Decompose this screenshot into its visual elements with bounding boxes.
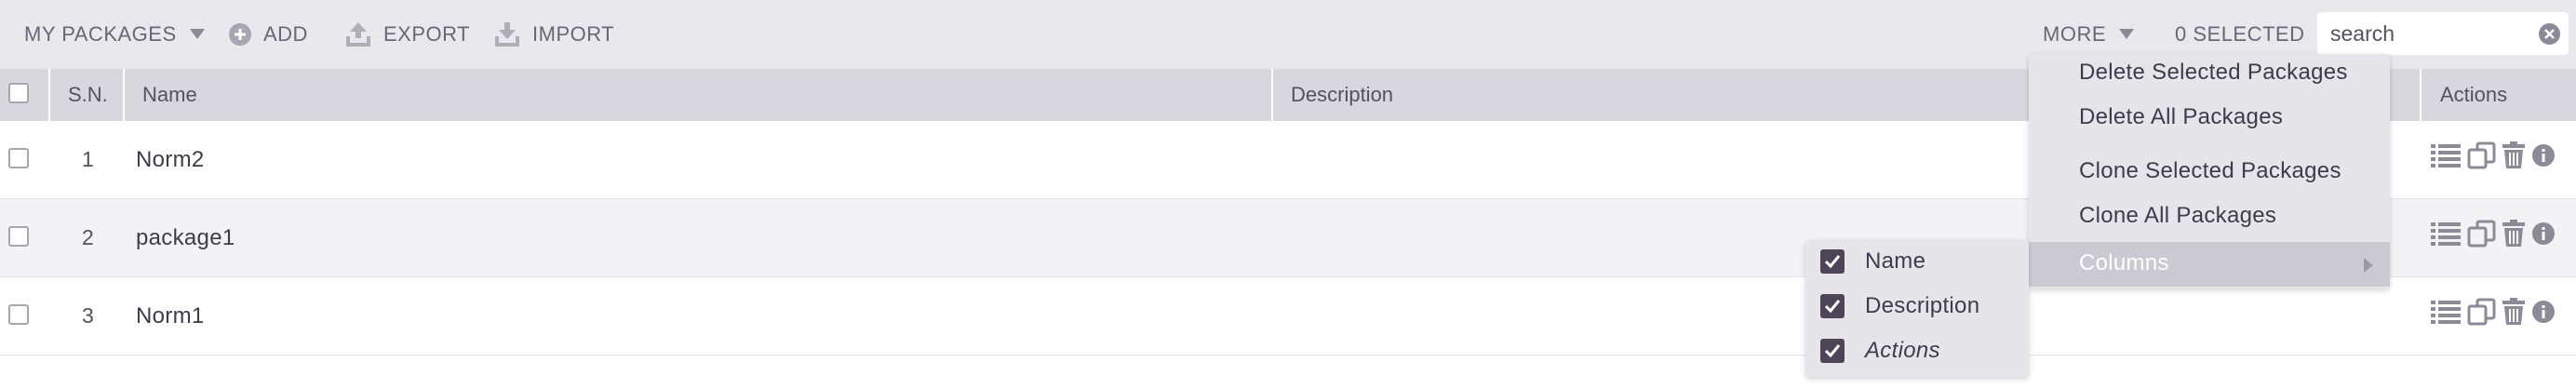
package-name[interactable]: Norm1 <box>136 303 205 329</box>
trash-icon[interactable] <box>2502 220 2526 248</box>
more-label: MORE <box>2043 22 2106 46</box>
select-all-checkbox[interactable] <box>8 83 29 103</box>
export-button[interactable]: EXPORT <box>344 0 470 69</box>
download-icon <box>493 21 521 47</box>
package-name[interactable]: Norm2 <box>136 147 205 173</box>
trash-icon[interactable] <box>2502 141 2526 169</box>
row-sn: 1 <box>82 147 94 171</box>
row-sn: 3 <box>82 303 94 328</box>
row-checkbox[interactable] <box>8 148 29 168</box>
clone-icon[interactable] <box>2466 298 2498 326</box>
menu-item-clone-selected[interactable]: Clone Selected Packages <box>2079 158 2341 184</box>
checkbox-checked[interactable] <box>1820 294 1845 318</box>
column-toggle-actions[interactable]: Actions <box>1813 332 2025 369</box>
row-actions <box>2431 141 2556 169</box>
info-icon[interactable] <box>2531 221 2556 246</box>
row-checkbox[interactable] <box>8 304 29 325</box>
more-menu: Delete Selected Packages Delete All Pack… <box>2029 54 2390 288</box>
clone-icon[interactable] <box>2466 141 2498 169</box>
chevron-right-icon <box>2364 258 2373 273</box>
row-sn: 2 <box>82 225 94 249</box>
column-divider[interactable] <box>2420 69 2422 121</box>
import-label: IMPORT <box>532 22 615 46</box>
my-packages-dropdown[interactable]: MY PACKAGES <box>24 0 205 69</box>
menu-item-clone-all[interactable]: Clone All Packages <box>2079 203 2276 229</box>
menu-item-columns[interactable]: Columns <box>2029 242 2390 287</box>
column-label: Description <box>1865 293 1980 318</box>
add-button[interactable]: ADD <box>228 0 308 69</box>
list-icon[interactable] <box>2431 142 2461 168</box>
column-label: Name <box>1865 248 1926 274</box>
my-packages-label: MY PACKAGES <box>24 22 177 46</box>
header-description[interactable]: Description <box>1291 69 1393 121</box>
import-button[interactable]: IMPORT <box>493 0 614 69</box>
list-icon[interactable] <box>2431 221 2461 247</box>
header-actions: Actions <box>2440 83 2508 106</box>
export-label: EXPORT <box>383 22 471 46</box>
menu-item-delete-selected[interactable]: Delete Selected Packages <box>2079 60 2348 86</box>
check-icon <box>1824 300 1841 314</box>
column-divider[interactable] <box>1271 69 1273 121</box>
row-actions <box>2431 220 2556 248</box>
list-icon[interactable] <box>2431 299 2461 325</box>
package-name[interactable]: package1 <box>136 225 235 251</box>
check-icon <box>1824 255 1841 269</box>
checkbox-checked[interactable] <box>1820 339 1845 363</box>
header-sn: S.N. <box>68 83 108 106</box>
search-input[interactable] <box>2330 12 2526 55</box>
check-icon <box>1824 344 1841 358</box>
info-icon[interactable] <box>2531 143 2556 168</box>
column-divider <box>48 69 50 121</box>
column-divider <box>123 69 125 121</box>
add-label: ADD <box>263 22 308 46</box>
columns-label: Columns <box>2079 250 2169 275</box>
chevron-down-icon <box>189 29 205 40</box>
menu-item-delete-all[interactable]: Delete All Packages <box>2079 104 2283 130</box>
column-label: Actions <box>1865 338 1940 363</box>
trash-icon[interactable] <box>2502 298 2526 326</box>
info-icon[interactable] <box>2531 300 2556 324</box>
table-row[interactable] <box>0 277 2576 355</box>
column-toggle-description[interactable]: Description <box>1813 288 2025 325</box>
search-box <box>2317 12 2569 55</box>
columns-submenu: Name Description Actions <box>1805 240 2029 377</box>
chevron-down-icon <box>2119 29 2134 40</box>
plus-circle-icon <box>228 22 252 47</box>
clone-icon[interactable] <box>2466 220 2498 248</box>
header-name[interactable]: Name <box>142 69 197 121</box>
checkbox-checked[interactable] <box>1820 249 1845 274</box>
clear-icon[interactable] <box>2539 23 2560 45</box>
upload-icon <box>344 21 372 47</box>
row-checkbox[interactable] <box>8 226 29 247</box>
column-toggle-name[interactable]: Name <box>1813 243 2025 280</box>
row-actions <box>2431 298 2556 326</box>
